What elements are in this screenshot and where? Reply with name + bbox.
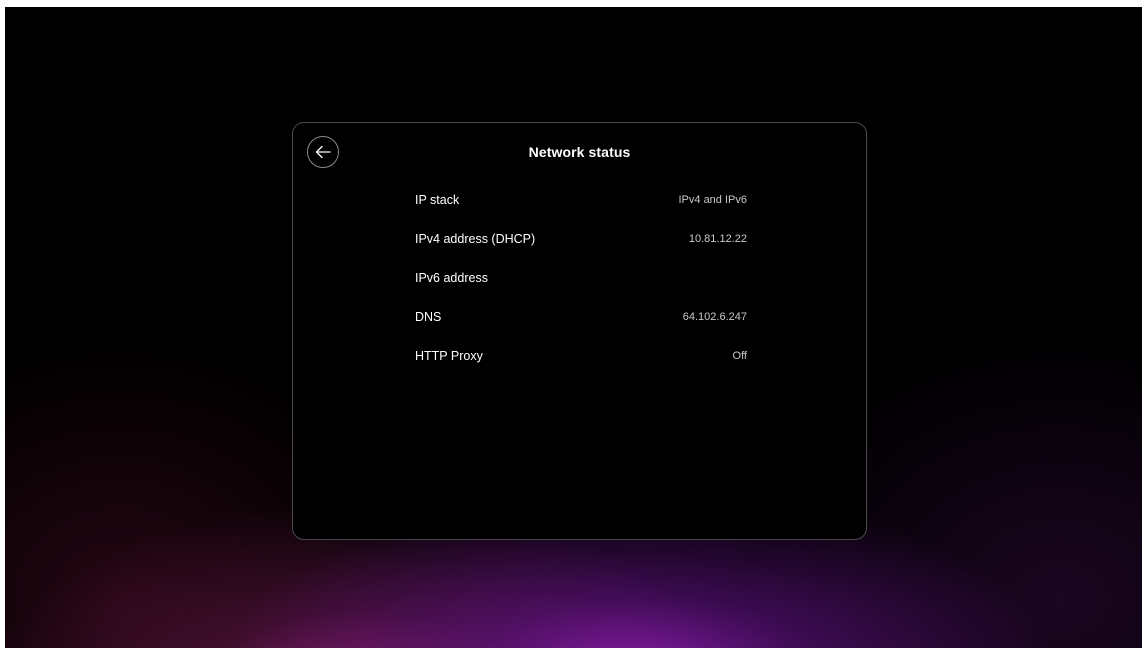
status-row-ipv6-address: IPv6 address [415,270,747,309]
status-label: IPv4 address (DHCP) [415,232,536,246]
background-screen: Network status IP stack IPv4 and IPv6 IP… [0,0,1146,650]
page-title: Network status [528,144,631,160]
status-row-http-proxy: HTTP Proxy Off [415,348,747,387]
status-row-ip-stack: IP stack IPv4 and IPv6 [415,192,747,231]
network-status-panel: Network status IP stack IPv4 and IPv6 IP… [292,122,867,540]
status-label: HTTP Proxy [415,349,483,363]
status-value: 10.81.12.22 [688,233,747,245]
frame-edge-left [0,0,5,650]
status-label: IPv6 address [415,271,488,285]
frame-edge-right [1142,0,1146,650]
status-value: 64.102.6.247 [682,311,747,323]
status-row-ipv4-address: IPv4 address (DHCP) 10.81.12.22 [415,231,747,270]
status-value: Off [732,350,747,362]
status-label: DNS [415,310,442,324]
status-list: IP stack IPv4 and IPv6 IPv4 address (DHC… [415,192,747,387]
frame-edge-top [0,0,1146,7]
status-label: IP stack [415,193,460,207]
status-row-dns: DNS 64.102.6.247 [415,309,747,348]
status-value: IPv4 and IPv6 [678,194,748,206]
